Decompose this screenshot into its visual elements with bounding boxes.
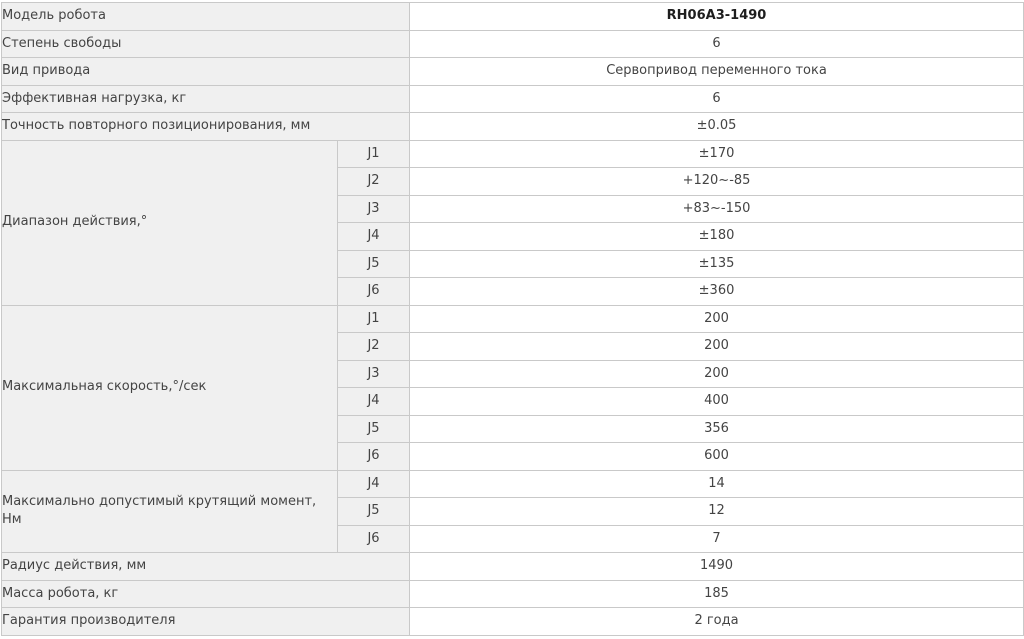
torque-axis-value: 14 xyxy=(409,469,1024,498)
range-axis-label: J6 xyxy=(336,277,411,306)
speed-axis-value: 200 xyxy=(409,332,1024,361)
speed-axis-label: J3 xyxy=(336,359,411,388)
torque-axis-label: J5 xyxy=(336,497,411,526)
spec-row-dof: Степень свободы 6 xyxy=(0,29,1024,58)
spec-row-drive: Вид привода Сервопривод переменного тока xyxy=(0,57,1024,86)
spec-value-model: RH06A3-1490 xyxy=(409,2,1024,31)
range-axis-label: J2 xyxy=(336,167,411,196)
spec-value-repeatability: ±0.05 xyxy=(409,112,1024,141)
spec-label-dof: Степень свободы xyxy=(0,29,411,58)
spec-label-reach: Радиус действия, мм xyxy=(0,552,411,581)
spec-label-range: Диапазон действия,° xyxy=(1,139,338,306)
spec-row-payload: Эффективная нагрузка, кг 6 xyxy=(0,84,1024,113)
spec-row-repeatability: Точность повторного позиционирования, мм… xyxy=(0,112,1024,141)
spec-value-payload: 6 xyxy=(409,84,1024,113)
torque-axis-value: 12 xyxy=(409,497,1024,526)
spec-label-warranty: Гарантия производителя xyxy=(0,607,411,636)
range-axis-label: J5 xyxy=(336,249,411,278)
speed-axis-value: 600 xyxy=(409,442,1024,471)
spec-label-speed: Максимальная скорость,°/сек xyxy=(1,304,338,471)
range-axis-value: +120~-85 xyxy=(409,167,1024,196)
spec-row-mass: Масса робота, кг 185 xyxy=(0,579,1024,608)
spec-label-repeatability: Точность повторного позиционирования, мм xyxy=(0,112,411,141)
spec-row-range-j1: Диапазон действия,° J1 ±170 xyxy=(1,139,1024,306)
speed-axis-value: 200 xyxy=(409,304,1024,333)
spec-value-warranty: 2 года xyxy=(409,607,1024,636)
range-axis-label: J3 xyxy=(336,194,411,223)
spec-row-speed-j1: Максимальная скорость,°/сек J1 200 xyxy=(1,304,1024,471)
spec-row-warranty: Гарантия производителя 2 года xyxy=(0,607,1024,636)
speed-axis-label: J1 xyxy=(336,304,411,333)
spec-label-torque: Максимально допустимый крутящий момент, … xyxy=(1,469,338,553)
range-axis-value: ±180 xyxy=(409,222,1024,251)
speed-axis-value: 400 xyxy=(409,387,1024,416)
spec-value-drive: Сервопривод переменного тока xyxy=(409,57,1024,86)
spec-value-dof: 6 xyxy=(409,29,1024,58)
spec-label-drive: Вид привода xyxy=(0,57,411,86)
speed-axis-label: J4 xyxy=(336,387,411,416)
speed-axis-label: J2 xyxy=(336,332,411,361)
torque-axis-value: 7 xyxy=(409,524,1024,553)
range-axis-label: J1 xyxy=(336,139,411,168)
range-axis-value: ±170 xyxy=(409,139,1024,168)
torque-axis-label: J4 xyxy=(336,469,411,498)
spec-label-payload: Эффективная нагрузка, кг xyxy=(0,84,411,113)
speed-axis-value: 200 xyxy=(409,359,1024,388)
torque-axis-label: J6 xyxy=(336,524,411,553)
spec-value-reach: 1490 xyxy=(409,552,1024,581)
spec-row-torque-j4: Максимально допустимый крутящий момент, … xyxy=(1,469,1024,553)
speed-axis-label: J6 xyxy=(336,442,411,471)
range-axis-label: J4 xyxy=(336,222,411,251)
spec-label-model: Модель робота xyxy=(0,2,411,31)
speed-axis-label: J5 xyxy=(336,414,411,443)
spec-row-model: Модель робота RH06A3-1490 xyxy=(0,2,1024,31)
spec-value-mass: 185 xyxy=(409,579,1024,608)
speed-axis-value: 356 xyxy=(409,414,1024,443)
range-axis-value: ±360 xyxy=(409,277,1024,306)
range-axis-value: ±135 xyxy=(409,249,1024,278)
robot-spec-table: Модель робота RH06A3-1490 Степень свобод… xyxy=(0,2,1024,636)
spec-row-reach: Радиус действия, мм 1490 xyxy=(0,552,1024,581)
spec-label-mass: Масса робота, кг xyxy=(0,579,411,608)
range-axis-value: +83~-150 xyxy=(409,194,1024,223)
